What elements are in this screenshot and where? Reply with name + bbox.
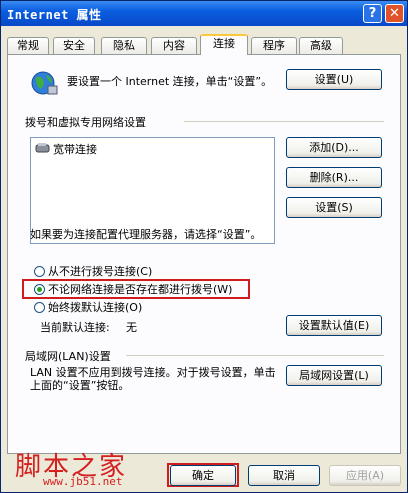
tab-general[interactable]: 常规 xyxy=(7,37,49,54)
default-connection-label: 当前默认连接: xyxy=(40,321,110,334)
tab-content[interactable]: 内容 xyxy=(151,37,197,54)
ok-button[interactable]: 确定 xyxy=(170,465,236,486)
cancel-button[interactable]: 取消 xyxy=(248,465,320,486)
proxy-text: 如果要为连接配置代理服务器，请选择“设置”。 xyxy=(30,228,262,241)
tab-security[interactable]: 安全 xyxy=(53,37,95,54)
connection-icon xyxy=(35,143,50,153)
window-title: Internet 属性 xyxy=(7,8,102,22)
title-bar[interactable]: Internet 属性 ? ✕ xyxy=(1,1,407,26)
connection-name: 宽带连接 xyxy=(53,143,97,156)
dialup-group-title: 拨号和虚拟专用网络设置 xyxy=(25,116,146,129)
default-connection-value: 无 xyxy=(126,321,137,334)
close-button[interactable]: ✕ xyxy=(385,4,404,23)
group-divider xyxy=(126,355,384,356)
lan-group-title: 局域网(LAN)设置 xyxy=(25,350,111,363)
radio-never-dial[interactable] xyxy=(34,266,45,277)
internet-properties-dialog: Internet 属性 ? ✕ 常规 安全 隐私 内容 连接 程序 高级 要设置… xyxy=(0,0,408,493)
option-always-dial[interactable]: 不论网络连接是否存在都进行拨号(W) xyxy=(48,283,232,296)
help-button[interactable]: ? xyxy=(363,4,382,23)
set-default-button[interactable]: 设置默认值(E) xyxy=(286,315,382,336)
add-button[interactable]: 添加(D)... xyxy=(286,137,382,158)
radio-always-dial[interactable] xyxy=(34,284,45,295)
radio-default-connection[interactable] xyxy=(34,302,45,313)
option-never-dial[interactable]: 从不进行拨号连接(C) xyxy=(48,265,152,278)
setup-button[interactable]: 设置(U) xyxy=(286,69,382,90)
dialup-settings-button[interactable]: 设置(S) xyxy=(286,197,382,218)
tab-programs[interactable]: 程序 xyxy=(251,37,297,54)
tab-connections[interactable]: 连接 xyxy=(200,34,248,55)
group-divider xyxy=(184,121,384,122)
tab-advanced[interactable]: 高级 xyxy=(299,37,343,54)
remove-button[interactable]: 删除(R)... xyxy=(286,167,382,188)
lan-settings-button[interactable]: 局域网设置(L) xyxy=(286,365,382,386)
globe-icon xyxy=(31,71,58,95)
tab-privacy[interactable]: 隐私 xyxy=(101,37,147,54)
setup-text: 要设置一个 Internet 连接，单击“设置”。 xyxy=(67,75,273,88)
connections-panel: 要设置一个 Internet 连接，单击“设置”。 设置(U) 拨号和虚拟专用网… xyxy=(7,54,401,454)
watermark-url: www.jb51.net xyxy=(43,475,123,488)
option-default-connection[interactable]: 始终拨默认连接(O) xyxy=(48,301,142,314)
apply-button[interactable]: 应用(A) xyxy=(329,465,401,486)
lan-text: LAN 设置不应用到拨号连接。对于拨号设置，单击上面的“设置”按钮。 xyxy=(30,366,276,392)
